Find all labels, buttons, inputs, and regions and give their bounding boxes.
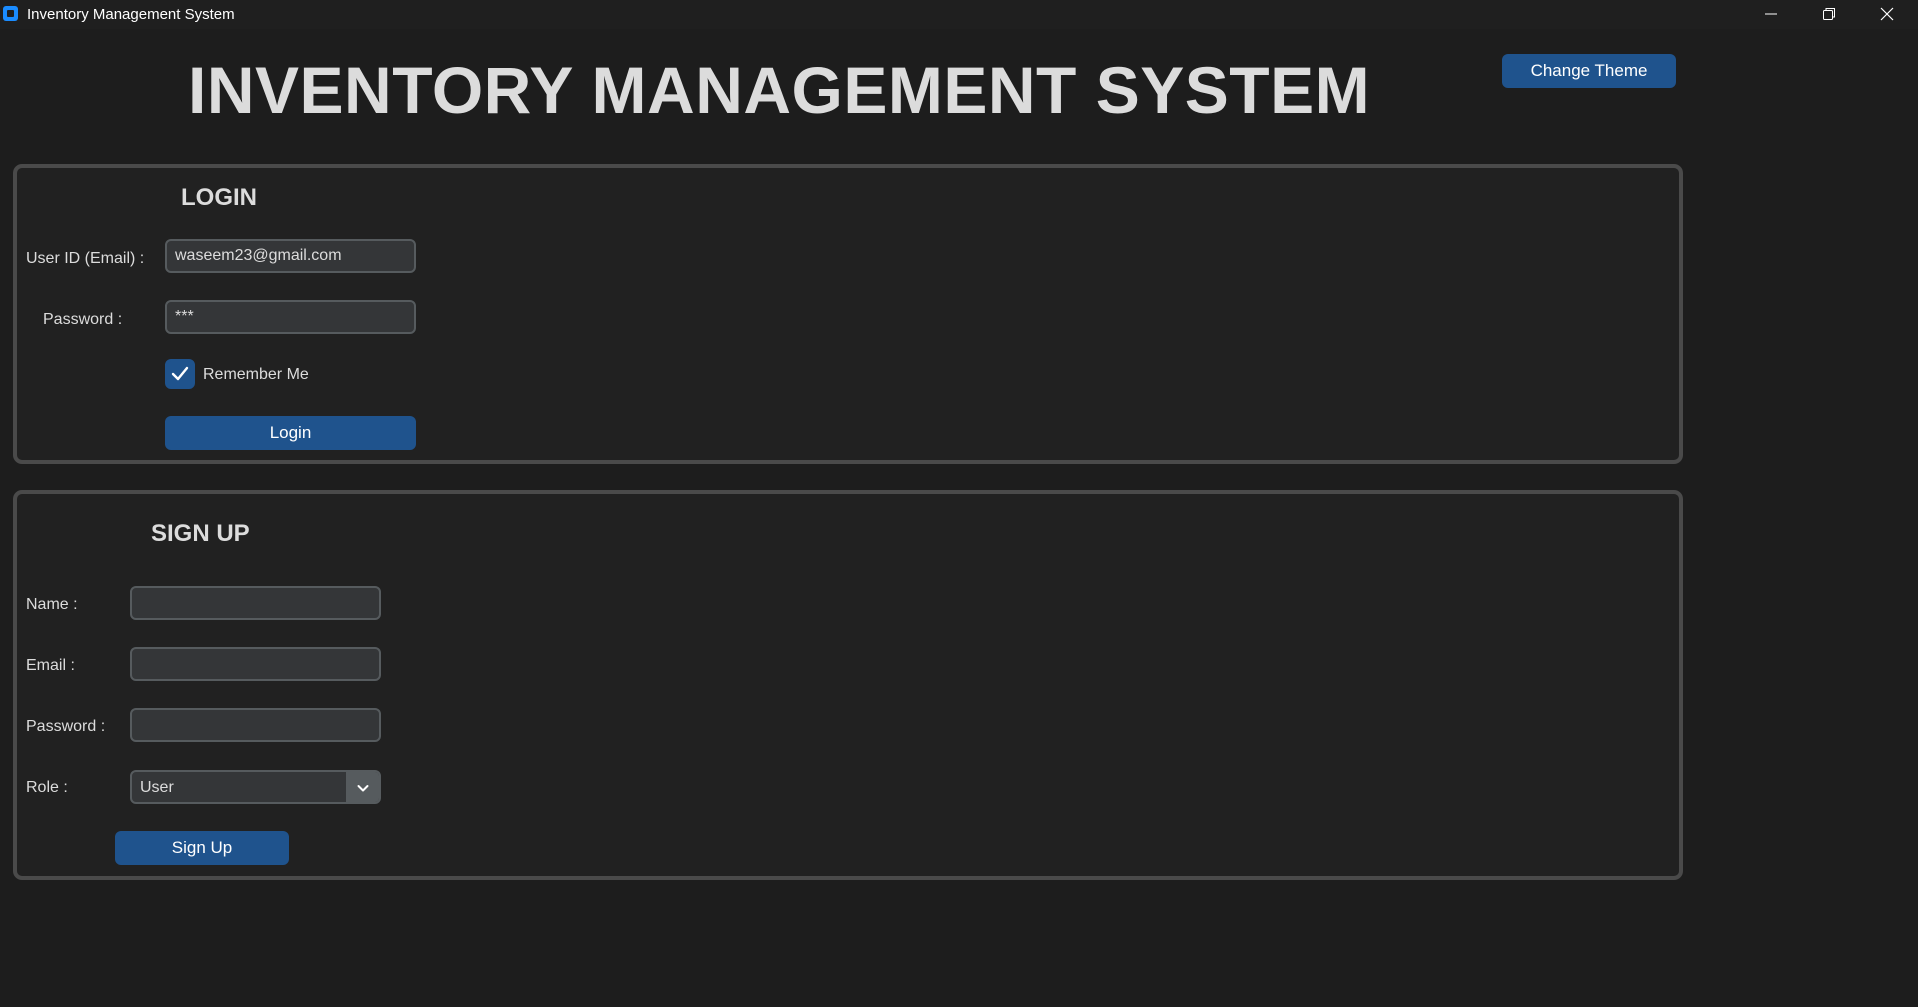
chevron-down-icon	[357, 785, 369, 792]
restore-button[interactable]	[1800, 0, 1858, 29]
restore-icon	[1823, 8, 1835, 20]
user-id-label: User ID (Email) :	[26, 250, 145, 267]
role-label: Role :	[26, 779, 68, 796]
role-dropdown-button[interactable]	[346, 772, 379, 802]
role-select[interactable]: User	[130, 770, 381, 804]
login-title: LOGIN	[181, 184, 257, 211]
minimize-icon	[1765, 13, 1777, 15]
email-input[interactable]	[130, 647, 381, 681]
app-window: Inventory Management System INVENTORY MA…	[0, 0, 1918, 1007]
user-id-input[interactable]	[165, 239, 416, 273]
checkmark-icon	[171, 366, 189, 381]
login-password-label: Password :	[43, 311, 123, 328]
login-password-input[interactable]	[165, 300, 416, 334]
close-icon	[1880, 7, 1894, 21]
minimize-button[interactable]	[1742, 0, 1800, 29]
email-label: Email :	[26, 657, 75, 674]
page-title: INVENTORY MANAGEMENT SYSTEM	[188, 53, 1371, 127]
login-panel: LOGIN User ID (Email) : Password : Remem…	[13, 164, 1683, 464]
role-select-value: User	[140, 779, 174, 796]
signup-button[interactable]: Sign Up	[115, 831, 289, 865]
remember-me-label[interactable]: Remember Me	[203, 366, 309, 384]
signup-password-input[interactable]	[130, 708, 381, 742]
name-input[interactable]	[130, 586, 381, 620]
title-bar: Inventory Management System	[0, 0, 1918, 29]
signup-panel: SIGN UP Name : Email : Password : Role :…	[13, 490, 1683, 880]
close-button[interactable]	[1858, 0, 1916, 29]
remember-me-checkbox[interactable]	[165, 359, 195, 389]
name-label: Name :	[26, 596, 78, 613]
login-button[interactable]: Login	[165, 416, 416, 450]
signup-password-label: Password :	[26, 718, 106, 735]
app-icon	[3, 6, 18, 21]
window-title: Inventory Management System	[27, 6, 235, 23]
signup-title: SIGN UP	[151, 520, 250, 547]
change-theme-button[interactable]: Change Theme	[1502, 54, 1676, 88]
